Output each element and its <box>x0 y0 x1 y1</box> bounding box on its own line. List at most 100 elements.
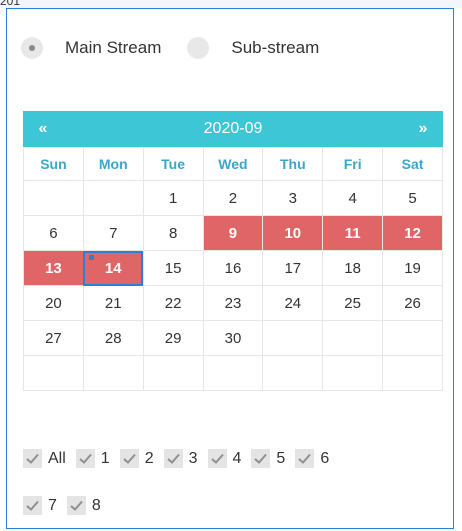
day-number: 2 <box>228 189 238 207</box>
calendar-week: 13 14 15 16 17 18 19 <box>23 250 443 286</box>
selected-day-marker-icon <box>88 255 94 260</box>
day-number: 1 <box>168 189 178 207</box>
channel-label: 8 <box>91 496 101 514</box>
day-cell-13[interactable]: 13 <box>23 250 84 286</box>
calendar-week: 1 2 3 4 5 <box>23 180 443 216</box>
main-stream-label: Main Stream <box>65 38 162 57</box>
channel-label: 1 <box>100 449 110 467</box>
day-cell-22[interactable]: 22 <box>142 285 204 321</box>
checkmark-icon[interactable] <box>163 449 183 468</box>
day-number: 20 <box>45 294 62 312</box>
day-number: 6 <box>49 224 58 242</box>
day-number: 12 <box>404 224 421 242</box>
channel-label: 7 <box>48 496 57 514</box>
channel-label: All <box>48 449 66 467</box>
day-cell-10[interactable]: 10 <box>262 215 324 251</box>
main-stream-radio[interactable] <box>21 37 43 59</box>
calendar-week: 6 7 8 9 10 11 12 <box>23 215 443 251</box>
empty-day-cell <box>382 320 443 356</box>
sub-stream-option[interactable]: Sub-stream <box>187 37 319 59</box>
channel-checkbox-5[interactable]: 5 <box>251 449 285 468</box>
weekday-tue: Tue <box>142 147 204 181</box>
day-cell-12[interactable]: 12 <box>382 215 443 251</box>
day-cell-6[interactable]: 6 <box>23 215 84 251</box>
checkmark-icon[interactable] <box>23 449 42 468</box>
day-cell-7[interactable]: 7 <box>82 215 144 251</box>
empty-day-cell <box>23 180 84 216</box>
sub-stream-radio[interactable] <box>187 37 210 59</box>
empty-day-cell <box>23 355 84 391</box>
channel-checkbox-all[interactable]: All <box>23 449 66 468</box>
day-cell-1[interactable]: 1 <box>142 180 204 216</box>
day-number: 29 <box>164 329 182 347</box>
empty-day-cell <box>322 355 384 391</box>
day-cell-23[interactable]: 23 <box>202 285 264 321</box>
channel-checkbox-3[interactable]: 3 <box>163 449 198 468</box>
day-cell-25[interactable]: 25 <box>322 285 384 321</box>
weekday-fri: Fri <box>322 147 384 181</box>
main-stream-option[interactable]: Main Stream <box>21 37 161 59</box>
calendar-body: 1 2 3 4 5 6 7 8 9 10 11 12 13 14 15 16 17 18 19 20 21 22 23 24 2… <box>23 180 443 391</box>
checkmark-icon[interactable] <box>66 496 86 515</box>
channel-checkbox-7[interactable]: 7 <box>23 496 57 515</box>
day-cell-14[interactable]: 14 <box>82 250 144 286</box>
day-number: 3 <box>288 189 297 207</box>
day-cell-5[interactable]: 5 <box>382 180 443 216</box>
empty-day-cell <box>322 320 384 356</box>
day-cell-24[interactable]: 24 <box>262 285 324 321</box>
checkmark-icon[interactable] <box>75 449 95 468</box>
day-cell-16[interactable]: 16 <box>202 250 264 286</box>
checkmark-icon[interactable] <box>23 496 42 515</box>
day-number: 19 <box>404 259 421 277</box>
weekday-row: Sun Mon Tue Wed Thu Fri Sat <box>23 147 443 181</box>
day-cell-19[interactable]: 19 <box>382 250 443 286</box>
day-cell-2[interactable]: 2 <box>202 180 264 216</box>
checkmark-icon[interactable] <box>119 449 139 468</box>
day-cell-29[interactable]: 29 <box>142 320 204 356</box>
day-cell-8[interactable]: 8 <box>142 215 204 251</box>
channel-checkbox-6[interactable]: 6 <box>295 449 329 468</box>
top-strip: 201 <box>0 0 462 8</box>
day-cell-26[interactable]: 26 <box>382 285 443 321</box>
calendar-week: 27 28 29 30 <box>23 320 443 356</box>
day-cell-21[interactable]: 21 <box>82 285 144 321</box>
channel-checkbox-4[interactable]: 4 <box>207 449 242 468</box>
day-cell-27[interactable]: 27 <box>23 320 84 356</box>
channel-label: 2 <box>144 449 154 467</box>
prev-month-button[interactable]: « <box>23 120 63 138</box>
channel-label: 6 <box>320 449 330 467</box>
calendar-grid: Sun Mon Tue Wed Thu Fri Sat 1 2 3 4 5 6 7 8 9 10 11 12 13 1… <box>23 147 443 391</box>
day-number: 4 <box>348 189 357 207</box>
day-cell-28[interactable]: 28 <box>82 320 144 356</box>
channel-checkbox-2[interactable]: 2 <box>119 449 154 468</box>
channel-label: 4 <box>232 449 242 467</box>
day-cell-11[interactable]: 11 <box>322 215 384 251</box>
day-number: 11 <box>344 224 361 242</box>
channel-checkbox-8[interactable]: 8 <box>66 496 101 515</box>
checkmark-icon[interactable] <box>295 449 315 468</box>
day-cell-3[interactable]: 3 <box>262 180 324 216</box>
weekday-sun: Sun <box>23 147 84 181</box>
channel-checkboxes: All 1 2 3 4 5 6 7 8 <box>23 449 443 515</box>
day-cell-20[interactable]: 20 <box>23 285 84 321</box>
channel-checkbox-1[interactable]: 1 <box>75 449 110 468</box>
day-number: 8 <box>168 224 178 242</box>
channel-label: 3 <box>188 449 198 467</box>
next-month-button[interactable]: » <box>403 120 443 138</box>
checkmark-icon[interactable] <box>251 449 271 468</box>
checkmark-icon[interactable] <box>207 449 227 468</box>
day-cell-9[interactable]: 9 <box>202 215 264 251</box>
empty-day-cell <box>202 355 264 391</box>
empty-day-cell <box>142 355 204 391</box>
day-cell-15[interactable]: 15 <box>142 250 204 286</box>
day-number: 18 <box>344 259 361 277</box>
day-cell-30[interactable]: 30 <box>202 320 264 356</box>
empty-day-cell <box>82 355 144 391</box>
weekday-sat: Sat <box>382 147 443 181</box>
day-cell-4[interactable]: 4 <box>322 180 384 216</box>
day-cell-17[interactable]: 17 <box>262 250 324 286</box>
day-number: 15 <box>164 259 182 277</box>
calendar-title[interactable]: 2020-09 <box>63 120 403 138</box>
day-cell-18[interactable]: 18 <box>322 250 384 286</box>
day-number: 28 <box>104 329 122 347</box>
